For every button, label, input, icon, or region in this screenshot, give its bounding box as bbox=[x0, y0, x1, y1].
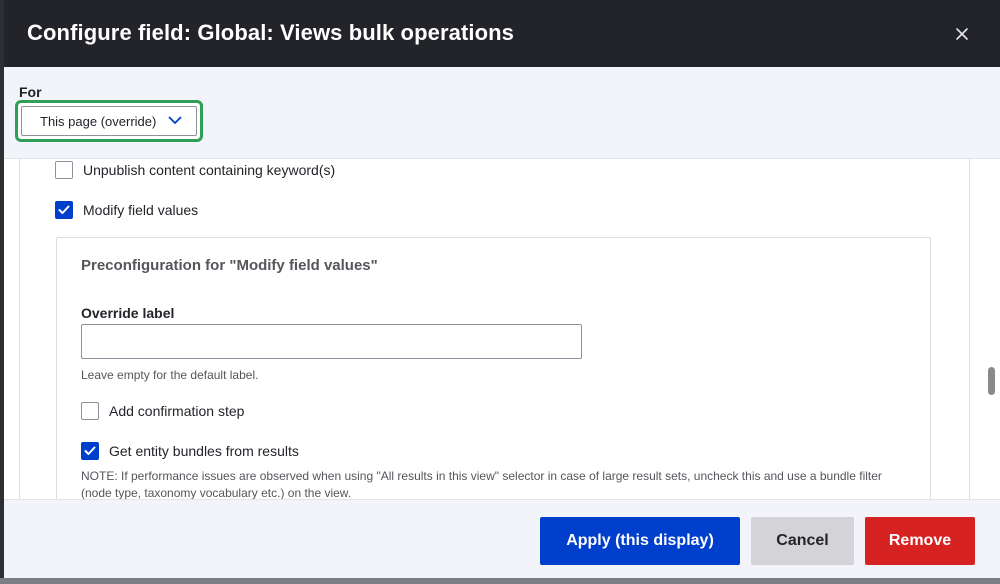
content-scrollbar[interactable] bbox=[988, 367, 995, 395]
modify-field-values-label: Modify field values bbox=[83, 202, 199, 218]
action-row-modify-field-values: Modify field values bbox=[55, 201, 198, 219]
entity-bundles-checkbox[interactable] bbox=[81, 442, 99, 460]
unpublish-keyword-checkbox[interactable] bbox=[55, 161, 73, 179]
preconfiguration-title: Preconfiguration for "Modify field value… bbox=[81, 257, 378, 274]
confirmation-step-label: Add confirmation step bbox=[109, 403, 245, 419]
confirmation-step-checkbox[interactable] bbox=[81, 402, 99, 420]
override-label-description: Leave empty for the default label. bbox=[81, 368, 259, 382]
dialog-titlebar: Configure field: Global: Views bulk oper… bbox=[4, 0, 1000, 67]
close-button[interactable] bbox=[950, 22, 974, 46]
cancel-button[interactable]: Cancel bbox=[751, 517, 854, 565]
checkmark-icon bbox=[58, 205, 70, 214]
for-section: For This page (override) bbox=[4, 67, 1000, 159]
configure-field-dialog: Configure field: Global: Views bulk oper… bbox=[4, 0, 1000, 578]
background-bottom-edge bbox=[0, 578, 1000, 584]
entity-bundles-row: Get entity bundles from results bbox=[81, 442, 299, 460]
for-select-focus-ring: This page (override) bbox=[15, 100, 203, 142]
unpublish-keyword-label: Unpublish content containing keyword(s) bbox=[83, 162, 336, 178]
dialog-title: Configure field: Global: Views bulk oper… bbox=[27, 20, 515, 45]
entity-bundles-label: Get entity bundles from results bbox=[109, 443, 299, 459]
apply-button[interactable]: Apply (this display) bbox=[540, 517, 740, 565]
preconfiguration-fieldset: Preconfiguration for "Modify field value… bbox=[56, 237, 931, 499]
checkmark-icon bbox=[84, 446, 96, 455]
modify-field-values-checkbox[interactable] bbox=[55, 201, 73, 219]
action-row-unpublish-keyword: Unpublish content containing keyword(s) bbox=[55, 161, 335, 179]
remove-button[interactable]: Remove bbox=[865, 517, 975, 565]
for-select[interactable]: This page (override) bbox=[21, 106, 197, 136]
confirmation-step-row: Add confirmation step bbox=[81, 402, 244, 420]
entity-bundles-note: NOTE: If performance issues are observed… bbox=[81, 469, 882, 499]
chevron-down-icon bbox=[168, 116, 182, 124]
for-select-value: This page (override) bbox=[40, 113, 157, 129]
for-label: For bbox=[19, 84, 42, 100]
close-icon bbox=[956, 28, 968, 40]
dialog-content[interactable]: Unpublish content containing keyword(s) … bbox=[4, 159, 1000, 499]
override-label-heading: Override label bbox=[81, 305, 175, 321]
dialog-footer: Apply (this display) Cancel Remove bbox=[4, 499, 1000, 578]
override-label-input[interactable] bbox=[81, 324, 582, 359]
